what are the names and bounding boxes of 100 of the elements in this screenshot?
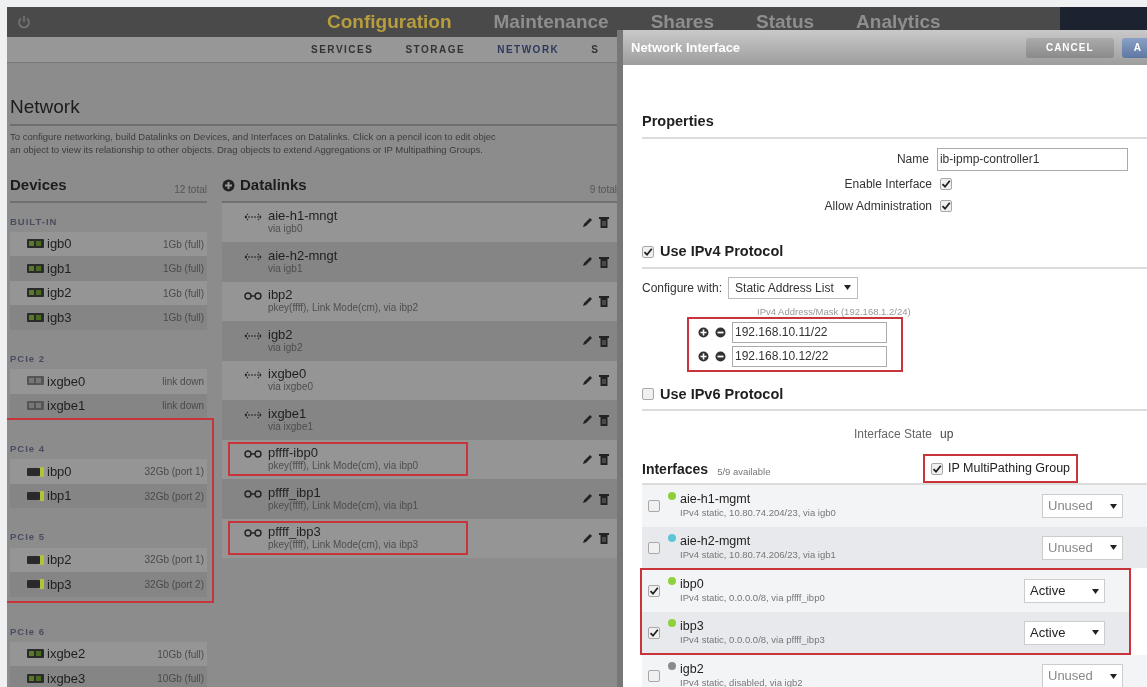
sub-tab[interactable]: S bbox=[591, 41, 600, 57]
card-icon bbox=[27, 490, 44, 503]
datalink-row[interactable]: pffff_ibp3 pkey(ffff), Link Mode(cm), via ibp3 bbox=[222, 518, 617, 559]
device-name: ibp0 bbox=[47, 462, 72, 481]
network-card-icon bbox=[27, 672, 44, 685]
device-name: ixgbe0 bbox=[47, 372, 86, 391]
pencil-icon[interactable] bbox=[582, 532, 593, 544]
role-dropdown[interactable]: Unused bbox=[1042, 494, 1123, 518]
interface-name: aie-h2-mgmt bbox=[680, 533, 752, 548]
device-row[interactable]: ixgbe0 link down bbox=[10, 369, 207, 394]
nav-tab[interactable]: Configuration bbox=[327, 7, 452, 37]
trash-icon[interactable] bbox=[599, 374, 609, 387]
group-label: PCIe 2 bbox=[10, 351, 47, 366]
role-dropdown[interactable]: Active bbox=[1024, 620, 1105, 645]
device-name: igb0 bbox=[47, 235, 72, 254]
interface-row[interactable]: ibp3 IPv4 static, 0.0.0.0/8, via pffff_ibp3 Active bbox=[642, 611, 1129, 654]
add-icon[interactable] bbox=[698, 350, 709, 362]
description-text: an object to view its relationship to other objects. Drag objects to extend Aggregations or IP Multipathing Groups. bbox=[10, 143, 484, 157]
pencil-icon[interactable] bbox=[582, 453, 593, 465]
checkbox[interactable] bbox=[931, 462, 943, 475]
interface-name: ibp3 bbox=[680, 618, 705, 633]
checkbox[interactable] bbox=[642, 245, 654, 258]
device-row[interactable]: igb2 1Gb (full) bbox=[10, 280, 207, 306]
checkbox[interactable] bbox=[648, 541, 660, 554]
device-row[interactable]: ixgbe2 10Gb (full) bbox=[10, 641, 207, 667]
apply-button[interactable]: A bbox=[1121, 37, 1147, 58]
add-icon[interactable] bbox=[698, 326, 709, 338]
interface-row[interactable]: aie-h2-mgmt IPv4 static, 10.80.74.206/23, via igb1 Unused bbox=[642, 526, 1147, 569]
checkbox[interactable] bbox=[940, 199, 952, 212]
device-row[interactable]: igb3 1Gb (full) bbox=[10, 305, 207, 330]
trash-icon[interactable] bbox=[599, 255, 609, 268]
datalink-detail: via igb0 bbox=[268, 223, 303, 236]
device-speed: 10Gb (full) bbox=[157, 672, 204, 687]
checkbox[interactable] bbox=[642, 388, 654, 401]
interface-state: up bbox=[940, 426, 954, 444]
group-label: PCIe 5 bbox=[10, 530, 47, 545]
checkbox[interactable] bbox=[940, 177, 952, 190]
role-dropdown[interactable]: Unused bbox=[1042, 535, 1123, 560]
pencil-icon[interactable] bbox=[582, 216, 593, 228]
datalink-row[interactable]: ibp2 pkey(ffff), Link Mode(cm), via ibp2 bbox=[222, 281, 617, 322]
trash-icon[interactable] bbox=[599, 334, 609, 347]
datalink-row[interactable]: ixgbe0 via ixgbe0 bbox=[222, 360, 617, 401]
device-speed: 32Gb (port 1) bbox=[144, 553, 204, 568]
interface-detail: IPv4 static, 0.0.0.0/8, via pffff_ibp3 bbox=[680, 633, 826, 647]
device-row[interactable]: igb1 1Gb (full) bbox=[10, 256, 207, 281]
pencil-icon[interactable] bbox=[582, 493, 593, 505]
device-row[interactable]: ixgbe3 10Gb (full) bbox=[10, 666, 207, 687]
pencil-icon[interactable] bbox=[582, 374, 593, 386]
remove-icon[interactable] bbox=[715, 350, 726, 362]
nav-tab[interactable]: Maintenance bbox=[493, 7, 609, 37]
pencil-icon[interactable] bbox=[582, 256, 593, 268]
cancel-button[interactable]: CANCEL bbox=[1025, 37, 1114, 58]
field-label: Interface State bbox=[852, 426, 932, 444]
interface-name: ibp0 bbox=[680, 577, 705, 591]
device-row[interactable]: ixgbe1 link down bbox=[10, 393, 207, 419]
address-input-field[interactable]: 192.168.10.12/22 bbox=[732, 345, 887, 367]
trash-icon[interactable] bbox=[599, 295, 609, 308]
link-icon bbox=[244, 291, 262, 302]
add-icon[interactable] bbox=[222, 178, 235, 192]
double-arrow-icon bbox=[244, 251, 262, 262]
datalink-row[interactable]: pffff-ibp0 pkey(ffff), Link Mode(cm), via ibp0 bbox=[222, 439, 617, 480]
network-card-icon bbox=[27, 375, 44, 388]
datalink-name: pffff_ibp1 bbox=[268, 485, 322, 499]
pencil-icon[interactable] bbox=[582, 295, 593, 307]
pencil-icon[interactable] bbox=[582, 335, 593, 347]
network-card-icon bbox=[27, 399, 44, 412]
link-icon bbox=[244, 449, 262, 460]
datalink-row[interactable]: aie-h1-mngt via igb0 bbox=[222, 202, 617, 243]
device-speed: 1Gb (full) bbox=[162, 286, 204, 301]
trash-icon[interactable] bbox=[599, 532, 609, 545]
device-row[interactable]: igb0 1Gb (full) bbox=[10, 231, 207, 257]
device-speed: 1Gb (full) bbox=[162, 311, 204, 326]
interface-row[interactable]: aie-h1-mgmt IPv4 static, 10.80.74.204/23, via igb0 Unused bbox=[642, 485, 1147, 527]
trash-icon[interactable] bbox=[599, 453, 609, 466]
checkbox[interactable] bbox=[648, 670, 660, 682]
sub-tab[interactable]: STORAGE bbox=[405, 41, 466, 57]
trash-icon[interactable] bbox=[599, 492, 609, 505]
trash-icon[interactable] bbox=[599, 216, 609, 229]
double-arrow-icon bbox=[244, 212, 262, 223]
configure-dropdown[interactable]: Static Address List bbox=[728, 276, 858, 299]
checkbox[interactable] bbox=[648, 626, 660, 639]
checkbox[interactable] bbox=[648, 585, 660, 597]
network-card-icon bbox=[27, 238, 44, 251]
trash-icon[interactable] bbox=[599, 413, 609, 426]
interface-row[interactable]: ibp0 IPv4 static, 0.0.0.0/8, via pffff_ibp0 Active bbox=[642, 570, 1129, 612]
remove-icon[interactable] bbox=[715, 326, 726, 338]
device-row[interactable]: ibp2 32Gb (port 1) bbox=[10, 547, 207, 573]
group-label: PCIe 6 bbox=[10, 624, 47, 639]
name-input-field[interactable]: ib-ipmp-controller1 bbox=[936, 147, 1128, 171]
address-input-field[interactable]: 192.168.10.11/22 bbox=[732, 321, 887, 343]
sub-tab[interactable]: SERVICES bbox=[311, 41, 374, 57]
interface-detail: IPv4 static, 10.80.74.204/23, via igb0 bbox=[680, 506, 837, 520]
caret-icon bbox=[1110, 503, 1117, 509]
pencil-icon[interactable] bbox=[582, 414, 593, 426]
role-dropdown[interactable]: Active bbox=[1024, 579, 1105, 603]
device-speed: 10Gb (full) bbox=[157, 647, 204, 662]
sub-tab[interactable]: NETWORK bbox=[497, 41, 560, 57]
checkbox[interactable] bbox=[648, 500, 660, 512]
device-row[interactable]: ibp0 32Gb (port 1) bbox=[10, 459, 207, 484]
role-dropdown[interactable]: Unused bbox=[1042, 664, 1123, 687]
